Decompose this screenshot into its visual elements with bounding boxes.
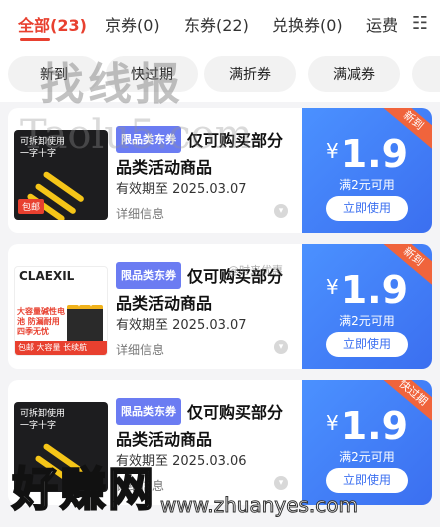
use-now-button[interactable]: 立即使用 — [326, 196, 408, 221]
active-tab-indicator — [20, 38, 50, 41]
chip-more[interactable] — [412, 56, 440, 92]
coupon-condition: 满2元可用 — [339, 314, 395, 328]
tab-exchange-coupon[interactable]: 兑换券(0) — [272, 12, 343, 36]
chevron-down-icon[interactable]: ▾ — [274, 340, 288, 354]
coupon-card[interactable]: 可拆卸使用 一字十字 限品类东券 仅可购买部分品类活动商品 有效期至 2025.03… — [8, 380, 432, 505]
thumb-caption: 可拆卸使用 一字十字 — [20, 409, 66, 431]
tab-all[interactable]: 全部(23) — [18, 12, 87, 36]
use-now-button[interactable]: 立即使用 — [326, 468, 408, 493]
product-thumbnail: CLAEXIL 大容量碱性电池 防漏耐用 四季无忧 包邮 大容量 长续航 — [14, 266, 108, 356]
battery-shape — [67, 305, 79, 345]
battery-shape — [79, 305, 91, 345]
coupon-value-panel: ¥1.9 满2元可用 立即使用 新到 — [302, 244, 432, 369]
product-thumbnail: 可拆卸使用 一字十字 — [14, 402, 108, 492]
coupon-condition: 满2元可用 — [339, 178, 395, 192]
more-categories-button[interactable]: ☷ — [400, 0, 440, 46]
coupon-amount: ¥1.9 — [325, 404, 409, 448]
thumb-brand: CLAEXIL — [19, 269, 75, 283]
coupon-amount: ¥1.9 — [325, 268, 409, 312]
tab-dong-coupon[interactable]: 东券(22) — [184, 12, 249, 36]
coupon-detail-link[interactable]: 详细信息 — [116, 341, 164, 358]
watermark-text: 找线报 — [40, 59, 184, 110]
coupon-value-panel: ¥1.9 满2元可用 立即使用 快过期 — [302, 380, 432, 505]
coupon-value-panel: ¥1.9 满2元可用 立即使用 新到 — [302, 108, 432, 233]
coupon-type-badge: 限品类东券 — [116, 262, 181, 289]
coupon-card[interactable]: CLAEXIL 大容量碱性电池 防漏耐用 四季无忧 包邮 大容量 长续航 限品类… — [8, 244, 432, 369]
thumb-tag: 包邮 — [18, 199, 45, 214]
coupon-detail-link[interactable]: 详细信息 — [116, 477, 164, 494]
coupon-title: 限品类东券 仅可购买部分品类活动商品 — [116, 398, 296, 452]
grid-menu-icon: ☷ — [411, 12, 429, 34]
chevron-down-icon[interactable]: ▾ — [274, 204, 288, 218]
thumb-promo: 大容量碱性电池 防漏耐用 四季无忧 — [17, 307, 65, 336]
coupon-validity: 有效期至 2025.03.06 — [116, 454, 247, 469]
chip-full-reduction[interactable]: 满减券 — [308, 56, 400, 92]
coupon-validity: 有效期至 2025.03.07 — [116, 182, 247, 197]
watermark-text: @时来优惠 — [228, 264, 283, 277]
battery-shape — [91, 305, 103, 345]
chevron-down-icon[interactable]: ▾ — [274, 476, 288, 490]
coupon-condition: 满2元可用 — [339, 450, 395, 464]
coupon-type-badge: 限品类东券 — [116, 398, 181, 425]
watermark-text: Taolu5.com — [20, 112, 253, 158]
chip-discount[interactable]: 满折券 — [204, 56, 296, 92]
coupon-category-tabs: 全部(23) 京券(0) 东券(22) 兑换券(0) 运费 ☷ — [0, 0, 440, 46]
thumb-bottom-bar: 包邮 大容量 长续航 — [15, 341, 107, 355]
tab-jing-coupon[interactable]: 京券(0) — [105, 12, 160, 36]
use-now-button[interactable]: 立即使用 — [326, 332, 408, 357]
coupon-detail-link[interactable]: 详细信息 — [116, 205, 164, 222]
coupon-validity: 有效期至 2025.03.07 — [116, 318, 247, 333]
tab-shipping-coupon[interactable]: 运费 — [366, 12, 398, 36]
coupon-amount: ¥1.9 — [325, 132, 409, 176]
